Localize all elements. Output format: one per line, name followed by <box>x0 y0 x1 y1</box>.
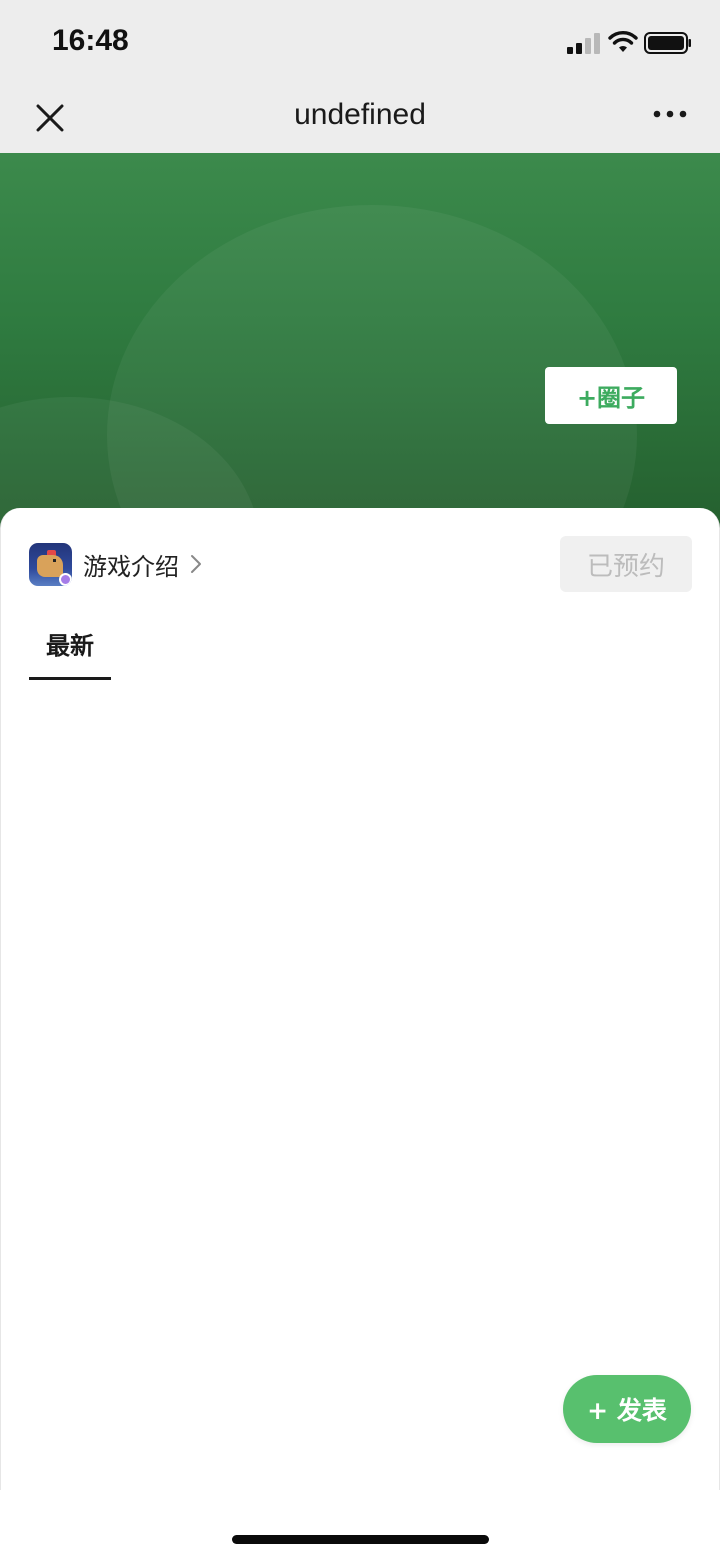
battery-icon <box>644 32 691 54</box>
tab-active-indicator <box>29 677 111 680</box>
status-bar: 16:48 <box>0 0 720 84</box>
game-app-icon <box>29 542 72 586</box>
community-banner: +圈子 <box>0 153 720 528</box>
content-card: 游戏介绍 已预约 最新 <box>0 508 720 1490</box>
chevron-right-icon <box>191 555 201 573</box>
screen: 16:48 undefined +圈子 游戏介绍 已预约 最新 + 发表 <box>0 0 720 1558</box>
wifi-icon <box>608 31 638 52</box>
game-intro-link[interactable]: 游戏介绍 <box>29 542 203 586</box>
home-indicator <box>232 1535 489 1544</box>
tab-latest[interactable]: 最新 <box>29 626 111 680</box>
game-intro-label: 游戏介绍 <box>83 552 179 581</box>
badge-icon <box>59 572 72 586</box>
tab-label: 最新 <box>46 632 94 660</box>
join-circle-button[interactable]: +圈子 <box>545 367 677 424</box>
reserved-button[interactable]: 已预约 <box>560 536 692 592</box>
status-time: 16:48 <box>52 24 129 57</box>
page-title: undefined <box>294 98 426 131</box>
signal-icon <box>567 33 600 54</box>
nav-bar: undefined <box>0 84 720 153</box>
more-icon[interactable] <box>650 104 690 124</box>
publish-button[interactable]: + 发表 <box>563 1375 691 1443</box>
